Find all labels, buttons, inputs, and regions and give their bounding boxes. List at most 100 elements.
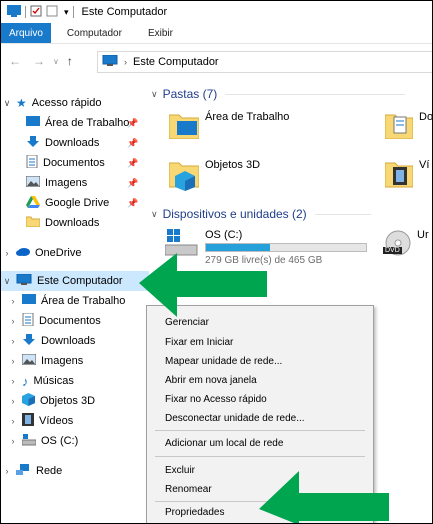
folder-tile-3d-objects[interactable]: Objetos 3D: [168, 159, 261, 194]
nav-label: Objetos 3D: [40, 395, 96, 407]
menu-item-fixar-acesso-rapido[interactable]: Fixar no Acesso rápido: [165, 391, 267, 407]
tab-arquivo[interactable]: Arquivo: [1, 23, 51, 43]
google-drive-icon: [26, 195, 40, 211]
chevron-down-icon[interactable]: ∨: [151, 209, 158, 220]
nav-quick-desktop[interactable]: Área de Trabalho 📌: [23, 113, 138, 133]
folder-tile-videos[interactable]: Ví: [384, 159, 429, 192]
navigation-pane: ∨ ★ Acesso rápido Área de Trabalho 📌 Dow…: [1, 83, 151, 523]
menu-item-mapear-unidade[interactable]: Mapear unidade de rede...: [165, 353, 282, 369]
new-folder-quick-icon[interactable]: [46, 5, 58, 20]
forward-arrow-icon[interactable]: →: [33, 54, 45, 68]
menu-item-abrir-nova-janela[interactable]: Abrir em nova janela: [165, 372, 257, 388]
menu-item-desconectar-unidade[interactable]: Desconectar unidade de rede...: [165, 410, 305, 426]
chevron-right-icon[interactable]: ›: [7, 396, 19, 406]
chevron-right-icon[interactable]: ›: [7, 296, 19, 306]
nav-pc-images[interactable]: › Imagens: [7, 351, 83, 371]
nav-label: Vídeos: [39, 415, 74, 427]
images-icon: [21, 353, 37, 368]
dvd-label: Ur: [417, 229, 429, 241]
menu-item-excluir[interactable]: Excluir: [165, 462, 195, 478]
download-icon: [26, 135, 40, 151]
folder-tile-documents[interactable]: Do: [384, 111, 433, 142]
nav-pc-music[interactable]: › ♪ Músicas: [7, 371, 74, 391]
nav-quick-google-drive[interactable]: Google Drive 📌: [23, 193, 138, 213]
nav-quick-documents[interactable]: Documentos 📌: [23, 153, 138, 173]
customize-toolbar-icon[interactable]: ▾: [64, 7, 69, 18]
nav-label: Área de Trabalho: [41, 295, 126, 307]
up-arrow-icon[interactable]: ↑: [67, 54, 73, 68]
nav-label: Documentos: [43, 157, 105, 169]
chevron-down-icon[interactable]: ∨: [1, 98, 13, 109]
chevron-right-icon[interactable]: ›: [1, 466, 13, 476]
nav-quick-images[interactable]: Imagens 📌: [23, 173, 138, 193]
chevron-right-icon[interactable]: ›: [7, 436, 19, 446]
folder-icon: [168, 111, 200, 142]
explorer-app-icon: [7, 4, 21, 20]
menu-item-adicionar-local-rede[interactable]: Adicionar um local de rede: [165, 435, 283, 451]
properties-quick-icon[interactable]: [30, 5, 42, 20]
group-divider: [225, 93, 406, 95]
tab-exibir[interactable]: Exibir: [132, 23, 183, 43]
folder-label: Objetos 3D: [205, 159, 261, 171]
menu-separator: [155, 430, 365, 431]
menu-item-renomear[interactable]: Renomear: [165, 481, 212, 497]
folder-tile-desktop[interactable]: Área de Trabalho: [168, 111, 290, 142]
nav-onedrive[interactable]: › OneDrive: [1, 243, 82, 263]
nav-label: Downloads: [41, 335, 96, 347]
group-title: Pastas (7): [162, 87, 218, 101]
nav-pc-3d-objects[interactable]: › Objetos 3D: [7, 391, 95, 411]
cube-3d-folder-icon: [168, 159, 200, 194]
menu-item-fixar-iniciar[interactable]: Fixar em Iniciar: [165, 334, 233, 350]
nav-pc-documents[interactable]: › Documentos: [7, 311, 101, 331]
breadcrumb-chevron-icon[interactable]: ›: [124, 57, 127, 67]
nav-pc-downloads[interactable]: › Downloads: [7, 331, 95, 351]
explorer-window: ▾ Este Computador Arquivo Computador Exi…: [0, 0, 433, 524]
drive-name: OS (C:): [205, 229, 243, 241]
nav-pc-videos[interactable]: › Vídeos: [7, 411, 73, 431]
chevron-right-icon[interactable]: ›: [7, 376, 19, 386]
chevron-down-icon[interactable]: ∨: [151, 89, 158, 100]
nav-quick-downloads[interactable]: Downloads 📌: [23, 133, 138, 153]
tab-computador[interactable]: Computador: [51, 23, 132, 43]
nav-this-pc[interactable]: ∨ Este Computador: [1, 271, 149, 291]
folders-group-header[interactable]: ∨ Pastas (7): [151, 87, 431, 101]
recent-dropdown-icon[interactable]: ∨: [53, 57, 59, 66]
group-divider: [314, 213, 371, 215]
nav-quick-access[interactable]: ∨ ★ Acesso rápido: [1, 93, 102, 113]
nav-label: Rede: [36, 465, 63, 477]
chevron-down-icon[interactable]: ∨: [1, 276, 13, 287]
nav-quick-downloads-folder[interactable]: Downloads: [23, 213, 99, 233]
nav-label: Área de Trabalho: [45, 117, 130, 129]
dvd-drive-tile[interactable]: DVD Ur: [383, 229, 429, 259]
document-icon: [22, 312, 34, 329]
music-icon: ♪: [22, 373, 29, 389]
address-bar[interactable]: › Este Computador: [97, 51, 432, 73]
group-title: Dispositivos e unidades (2): [162, 207, 307, 221]
devices-group-header[interactable]: ∨ Dispositivos e unidades (2): [151, 207, 431, 221]
chevron-right-icon[interactable]: ›: [7, 416, 19, 426]
desktop-icon: [26, 116, 40, 130]
nav-network[interactable]: › Rede: [1, 461, 62, 481]
menu-item-propriedades[interactable]: Propriedades: [165, 504, 224, 520]
dvd-drive-icon: DVD: [383, 229, 411, 259]
cube-3d-icon: [22, 393, 35, 409]
title-bar: ▾ Este Computador: [1, 1, 432, 23]
back-arrow-icon[interactable]: ←: [9, 54, 21, 68]
drive-icon: [21, 433, 37, 449]
nav-pc-os-drive[interactable]: › OS (C:): [7, 431, 78, 451]
chevron-right-icon[interactable]: ›: [7, 336, 19, 346]
folder-label: Do: [419, 111, 433, 123]
chevron-right-icon[interactable]: ›: [7, 356, 19, 366]
drive-usage-bar: [205, 243, 367, 252]
nav-pc-desktop[interactable]: › Área de Trabalho: [7, 291, 125, 311]
chevron-right-icon[interactable]: ›: [1, 248, 13, 258]
images-icon: [25, 175, 41, 190]
folder-icon: [25, 216, 41, 230]
folder-label: Área de Trabalho: [205, 111, 290, 123]
nav-label: Este Computador: [37, 275, 123, 287]
nav-label: OS (C:): [41, 435, 79, 447]
breadcrumb-location[interactable]: Este Computador: [133, 56, 219, 68]
film-icon: [22, 413, 34, 429]
ribbon-tabs: Arquivo Computador Exibir: [1, 23, 432, 44]
chevron-right-icon[interactable]: ›: [7, 316, 19, 326]
